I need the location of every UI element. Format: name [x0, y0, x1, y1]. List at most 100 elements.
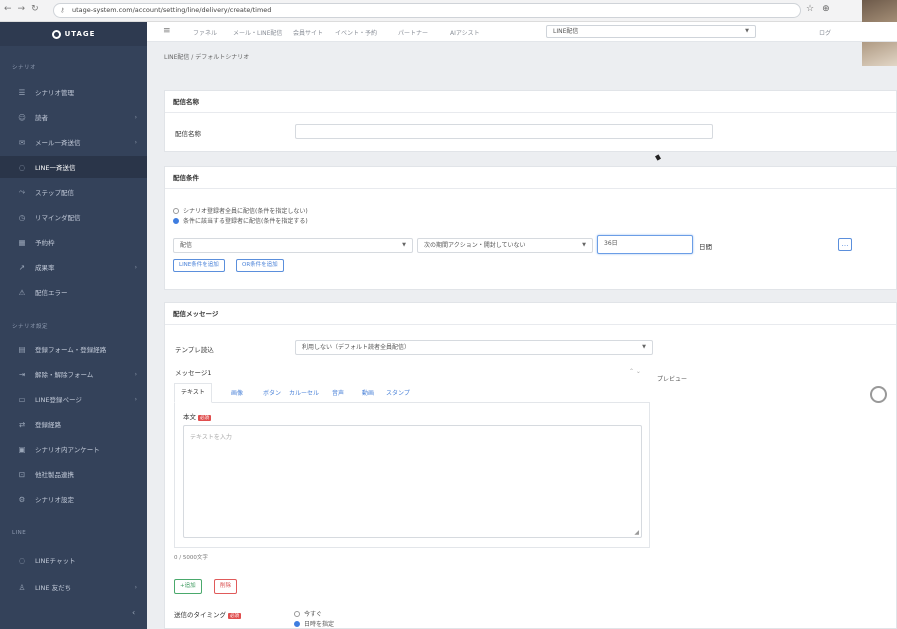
lock-icon: ⚷ — [60, 6, 65, 14]
sidebar-item[interactable]: ♙ LINE 友だち › — [0, 576, 147, 598]
radio-button[interactable] — [294, 610, 300, 617]
message-textarea[interactable]: テキストを入力 ◢ — [183, 425, 642, 538]
bookmark-icon[interactable]: ☆ — [806, 4, 814, 14]
top-nav-item[interactable]: メール・LINE配信 — [233, 28, 282, 37]
condition-field-select[interactable]: 配信 ▼ — [173, 238, 413, 253]
top-nav-item[interactable]: パートナー — [398, 28, 428, 37]
timing-now-option[interactable]: 今すぐ — [294, 609, 322, 618]
forward-icon[interactable]: → — [18, 4, 26, 14]
top-navigation: ≡ ファネル メール・LINE配信 会員サイト イベント・予約 パートナー AIアシスト … — [147, 22, 897, 42]
gear-icon: ⚙ — [18, 494, 26, 504]
mail-icon: ✉ — [18, 137, 26, 147]
sidebar-item[interactable]: ▭ LINE登録ページ › — [0, 388, 147, 410]
message-text-panel: 本文 必須 テキストを入力 ◢ — [174, 403, 650, 548]
condition-operator-select[interactable]: 次の期間アクション・開封していない ▼ — [417, 238, 593, 253]
radio-all-subscribers[interactable]: シナリオ登録者全員に配信(条件を指定しない) — [173, 206, 308, 215]
delivery-name-input[interactable] — [295, 124, 713, 139]
radio-button[interactable] — [173, 207, 179, 214]
users-icon: ☺ — [18, 112, 26, 122]
sidebar-item-label: シナリオ管理 — [35, 89, 74, 97]
resize-handle-icon[interactable]: ◢ — [634, 529, 639, 536]
top-nav-item[interactable]: 会員サイト — [293, 28, 323, 37]
door-icon: ⇥ — [18, 369, 26, 379]
address-bar[interactable]: ⚷ utage-system.com/account/setting/line/… — [53, 3, 801, 18]
timing-text: 送信のタイミング — [174, 611, 226, 619]
template-select[interactable]: 利用しない（デフォルト読者全員配信） ▼ — [295, 340, 653, 355]
message-tab[interactable]: 音声 — [332, 388, 344, 397]
sidebar-item-label: 読者 — [35, 114, 48, 122]
radio-filter-label: 条件に該当する登録者に配信(条件を指定する) — [183, 218, 308, 225]
sidebar-item-label: LINE一斉送信 — [35, 164, 76, 172]
sidebar-item-label: LINE登録ページ — [35, 396, 82, 404]
top-nav-item[interactable]: AIアシスト — [450, 28, 480, 37]
char-counter: 0 / 5000文字 — [174, 555, 208, 561]
add-line-condition-button[interactable]: LINE条件を追加 — [173, 259, 225, 272]
delete-message-button[interactable]: 削除 — [214, 579, 238, 594]
survey-icon: ▣ — [18, 444, 26, 454]
warning-icon: ⚠ — [18, 287, 26, 297]
template-label: テンプレ読込 — [175, 346, 214, 354]
sidebar-item-label: 予約枠 — [35, 239, 55, 247]
sidebar-item[interactable]: ⤳ ステップ配信 — [0, 181, 147, 203]
top-nav-item[interactable]: イベント・予約 — [335, 28, 377, 37]
sidebar-item[interactable]: ⚙ シナリオ設定 — [0, 488, 147, 510]
reload-icon[interactable]: ↻ — [31, 4, 39, 14]
more-button[interactable]: … — [838, 238, 852, 251]
sidebar-item[interactable]: ◷ リマインダ配信 — [0, 206, 147, 228]
message-tab[interactable]: 動画 — [362, 388, 374, 397]
sidebar-item-label: 登録経路 — [35, 421, 61, 429]
account-select[interactable]: LINE配信 ▼ — [546, 25, 756, 38]
textarea-placeholder: テキストを入力 — [190, 434, 232, 441]
top-nav-item[interactable]: ファネル — [193, 28, 217, 37]
condition-value-input[interactable]: 36日 — [597, 235, 693, 254]
message-tab[interactable]: 画像 — [231, 388, 243, 397]
sidebar-item[interactable]: ↗ 成果率 › — [0, 256, 147, 278]
message-tab[interactable]: ボタン — [263, 388, 281, 397]
message-tab[interactable]: スタンプ — [386, 388, 410, 397]
sidebar-item[interactable]: ▣ シナリオ内アンケート — [0, 438, 147, 460]
message-tab[interactable]: テキスト — [174, 383, 212, 403]
logo[interactable]: UTAGE — [0, 22, 147, 46]
extension-icon[interactable]: ⊕ — [822, 4, 830, 14]
timing-scheduled-label: 日時を指定 — [304, 621, 335, 628]
chevron-right-icon: › — [134, 113, 137, 121]
timing-label: 送信のタイミング 必須 — [174, 609, 241, 619]
browser-nav: ← → ↻ — [4, 4, 39, 14]
sidebar-item[interactable]: ▤ 登録フォーム・登録経路 — [0, 338, 147, 360]
sidebar-item-label: 他社製品連携 — [35, 471, 74, 479]
message-tab[interactable]: カルーセル — [289, 388, 319, 397]
add-or-condition-button[interactable]: OR条件を追加 — [236, 259, 284, 272]
chevron-down-icon: ▼ — [642, 344, 646, 350]
sidebar-item[interactable]: ⊡ 他社製品連携 — [0, 463, 147, 485]
sidebar-item-label: LINE 友だち — [35, 584, 72, 592]
radio-button-selected[interactable] — [294, 620, 300, 627]
radio-button-selected[interactable] — [173, 217, 179, 224]
sidebar-item[interactable]: ⚠ 配信エラー — [0, 281, 147, 303]
conditions-card: 配信条件 シナリオ登録者全員に配信(条件を指定しない) 条件に該当する登録者に配… — [164, 166, 897, 290]
back-icon[interactable]: ← — [4, 4, 12, 14]
sidebar-item-label: 登録フォーム・登録経路 — [35, 346, 107, 354]
timing-now-label: 今すぐ — [304, 611, 323, 618]
message-number-label: メッセージ1 — [175, 369, 212, 377]
sidebar-item-label: ステップ配信 — [35, 189, 74, 197]
radio-filtered-subscribers[interactable]: 条件に該当する登録者に配信(条件を指定する) — [173, 216, 308, 225]
message-title: 配信メッセージ — [165, 303, 896, 325]
menu-icon[interactable]: ≡ — [163, 26, 171, 36]
message-reorder-controls[interactable]: ⌃ ⌄ — [629, 368, 641, 375]
add-message-button[interactable]: +追加 — [174, 579, 202, 594]
sidebar-item[interactable]: ◌ LINE一斉送信 — [0, 156, 147, 178]
sidebar-item[interactable]: ☺ 読者 › — [0, 106, 147, 128]
chart-icon: ↗ — [18, 262, 26, 272]
log-link[interactable]: ログ — [819, 28, 831, 37]
browser-actions: ☆ ⊕ — [806, 4, 830, 14]
sidebar-item[interactable]: ▦ 予約枠 — [0, 231, 147, 253]
chevron-right-icon: › — [134, 583, 137, 591]
collapse-sidebar-icon[interactable]: ‹ — [132, 608, 135, 617]
sidebar-item[interactable]: ✉ メール一斉送信 › — [0, 131, 147, 153]
sidebar-item[interactable]: ☰ シナリオ管理 — [0, 81, 147, 103]
sidebar-item[interactable]: ⇥ 解除・解除フォーム › — [0, 363, 147, 385]
sidebar-item[interactable]: ⇄ 登録経路 — [0, 413, 147, 435]
sidebar-item[interactable]: ◌ LINEチャット — [0, 549, 147, 571]
timing-scheduled-option[interactable]: 日時を指定 — [294, 619, 334, 628]
url-text: utage-system.com/account/setting/line/de… — [72, 6, 272, 14]
